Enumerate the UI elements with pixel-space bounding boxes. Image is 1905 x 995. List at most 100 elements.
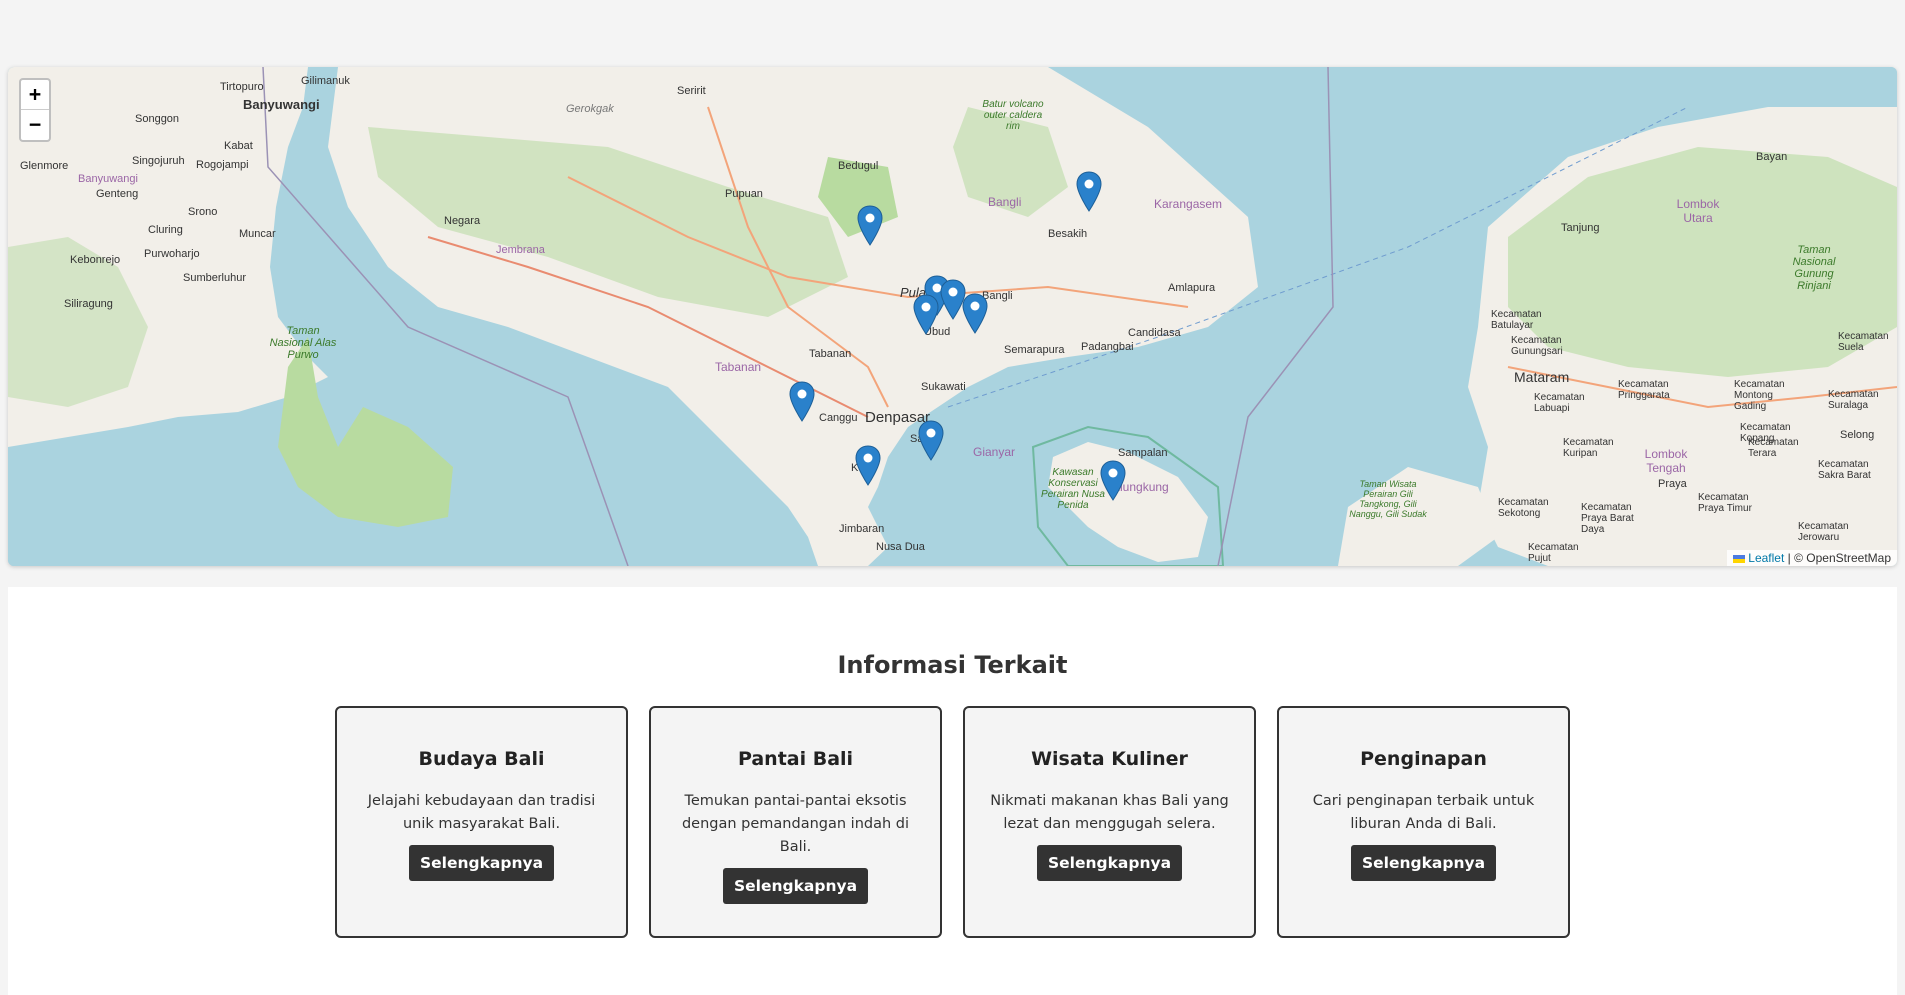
map-label: Banyuwangi bbox=[78, 173, 138, 185]
map-label: Kecamatan Labuapi bbox=[1534, 392, 1585, 414]
map-label: Selong bbox=[1840, 429, 1875, 441]
map-label: Seririt bbox=[677, 85, 706, 97]
map-label: Kecamatan Pujut bbox=[1528, 542, 1579, 564]
map-label: Taman Nasional Gunung Rinjani bbox=[1792, 244, 1836, 292]
map-marker-icon[interactable] bbox=[913, 294, 939, 335]
related-info-section: Informasi Terkait Budaya Bali Jelajahi k… bbox=[8, 587, 1897, 995]
card-text: Nikmati makanan khas Bali yang lezat dan… bbox=[990, 793, 1229, 832]
map-label: Taman Nasional Alas Purwo bbox=[269, 325, 337, 361]
map-label: Amlapura bbox=[1168, 282, 1216, 294]
map-label: Kecamatan Terara bbox=[1748, 437, 1799, 459]
map-label: Singojuruh bbox=[132, 155, 185, 167]
attribution-separator: | bbox=[1784, 551, 1795, 565]
zoom-out-button[interactable]: − bbox=[21, 110, 49, 140]
map-label: Cluring bbox=[148, 224, 183, 236]
map-marker-icon[interactable] bbox=[918, 420, 944, 461]
map-label: Pupuan bbox=[725, 188, 763, 200]
card-title: Penginapan bbox=[1360, 748, 1487, 770]
map-label: Banyuwangi bbox=[243, 97, 320, 112]
map-label: Purwoharjo bbox=[144, 248, 200, 260]
map-label: Kecamatan Suela bbox=[1838, 331, 1889, 353]
map-label: Kecamatan Praya Barat Daya bbox=[1581, 502, 1634, 535]
leaflet-link[interactable]: Leaflet bbox=[1748, 551, 1784, 565]
map-marker-icon[interactable] bbox=[1076, 171, 1102, 212]
card-text: Temukan pantai-pantai eksotis dengan pem… bbox=[681, 793, 910, 855]
map-label: Negara bbox=[444, 215, 481, 227]
map-label: Kecamatan Batulayar bbox=[1491, 309, 1542, 331]
map-marker-icon[interactable] bbox=[1100, 460, 1126, 501]
map-label: Kecamatan Jerowaru bbox=[1798, 521, 1849, 543]
info-card: Pantai Bali Temukan pantai-pantai eksoti… bbox=[649, 706, 942, 938]
map-label: Kecamatan Montong Gading bbox=[1734, 379, 1785, 412]
card-title: Budaya Bali bbox=[418, 748, 545, 770]
map-label: Jembrana bbox=[496, 244, 545, 256]
zoom-control: + − bbox=[19, 78, 51, 142]
map-label: Gerokgak bbox=[566, 103, 614, 115]
map-marker-icon[interactable] bbox=[855, 445, 881, 486]
more-button[interactable]: Selengkapnya bbox=[722, 868, 869, 904]
map-label: Siliragung bbox=[64, 298, 113, 310]
map-label: Songgon bbox=[135, 113, 180, 125]
map-label: Kecamatan Sakra Barat bbox=[1818, 459, 1871, 481]
map-label: Muncar bbox=[239, 228, 276, 240]
map-label: Tanjung bbox=[1561, 222, 1600, 234]
map-label: Besakih bbox=[1048, 228, 1088, 240]
map-label: Kecamatan Suralaga bbox=[1828, 389, 1879, 411]
info-card: Penginapan Cari penginapan terbaik untuk… bbox=[1277, 706, 1570, 938]
map-label: Nusa Dua bbox=[876, 541, 925, 553]
map-label: Tirtopuro bbox=[220, 81, 264, 93]
map-label: Tabanan bbox=[809, 348, 852, 360]
map-label: Candidasa bbox=[1128, 327, 1181, 339]
section-title: Informasi Terkait bbox=[837, 651, 1068, 679]
map-label: Kawasan Konservasi Perairan Nusa Penida bbox=[1041, 467, 1105, 511]
osm-link[interactable]: © OpenStreetMap bbox=[1794, 551, 1891, 565]
map-label: Kecamatan Sekotong bbox=[1498, 497, 1549, 519]
card-title: Pantai Bali bbox=[737, 748, 854, 770]
map-label: Sumberluhur bbox=[183, 272, 246, 284]
map-attribution: Leaflet | © OpenStreetMap bbox=[1727, 550, 1897, 566]
more-button[interactable]: Selengkapnya bbox=[1036, 845, 1183, 881]
map-label: Tabanan bbox=[715, 360, 762, 374]
map-label: Taman Wisata Perairan Gili Tangkong, Gil… bbox=[1349, 479, 1427, 519]
zoom-in-button[interactable]: + bbox=[21, 80, 49, 110]
info-card: Budaya Bali Jelajahi kebudayaan dan trad… bbox=[335, 706, 628, 938]
map-label: Canggu bbox=[819, 412, 858, 424]
map-label: Gilimanuk bbox=[301, 75, 350, 87]
map-label: Gianyar bbox=[973, 445, 1016, 459]
map-label: Lombok Tengah bbox=[1644, 447, 1688, 475]
card-title: Wisata Kuliner bbox=[1031, 748, 1188, 770]
map-label: Padangbai bbox=[1081, 341, 1134, 353]
map-label: Sukawati bbox=[921, 381, 966, 393]
more-button[interactable]: Selengkapnya bbox=[1350, 845, 1497, 881]
map-label: Bayan bbox=[1756, 151, 1788, 163]
map-label: Praya bbox=[1658, 478, 1687, 490]
map-label: Batur volcano outer caldera rim bbox=[982, 99, 1044, 132]
map-marker-icon[interactable] bbox=[857, 205, 883, 246]
map-label: Rogojampi bbox=[196, 159, 249, 171]
map-label: Semarapura bbox=[1004, 344, 1065, 356]
map-label: Kabat bbox=[224, 140, 253, 152]
more-button[interactable]: Selengkapnya bbox=[408, 845, 555, 881]
ukraine-flag-icon bbox=[1733, 554, 1746, 563]
map[interactable]: + − Tirtopuro Gilimanuk Banyuwangi Songg… bbox=[8, 67, 1897, 566]
map-label: Kecamatan Pringgarata bbox=[1618, 379, 1670, 401]
map-label: Kebonrejo bbox=[70, 254, 121, 266]
map-label: Kecamatan Gunungsari bbox=[1511, 335, 1563, 357]
map-label: Kecamatan Kuripan bbox=[1563, 437, 1614, 459]
card-text: Cari penginapan terbaik untuk liburan An… bbox=[1312, 793, 1535, 832]
map-label: Sampalan bbox=[1118, 447, 1168, 459]
card-text: Jelajahi kebudayaan dan tradisi unik mas… bbox=[367, 793, 596, 832]
map-label: Jimbaran bbox=[839, 523, 885, 535]
map-label: Glenmore bbox=[20, 160, 69, 172]
map-marker-icon[interactable] bbox=[789, 381, 815, 422]
map-label: Bangli bbox=[988, 195, 1022, 209]
map-label: Kecamatan Praya Timur bbox=[1698, 492, 1752, 514]
map-label: Srono bbox=[188, 206, 218, 218]
map-label: Mataram bbox=[1514, 369, 1570, 385]
map-label: Lombok Utara bbox=[1676, 197, 1720, 225]
map-label: Bedugul bbox=[838, 160, 879, 172]
info-card: Wisata Kuliner Nikmati makanan khas Bali… bbox=[963, 706, 1256, 938]
map-label: Karangasem bbox=[1154, 197, 1223, 211]
map-label: Genteng bbox=[96, 188, 139, 200]
map-marker-icon[interactable] bbox=[962, 293, 988, 334]
